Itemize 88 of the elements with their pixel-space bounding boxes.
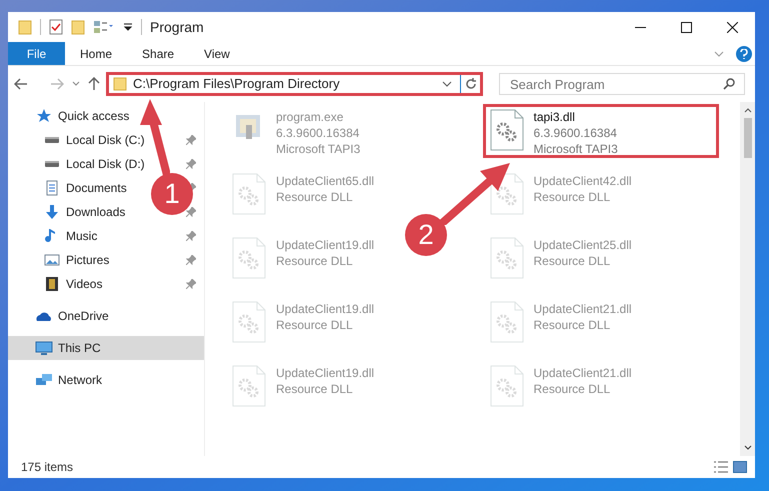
nav-item-label[interactable]: Videos (66, 275, 102, 293)
gear-file-icon (232, 365, 266, 407)
gear-file-icon (490, 365, 524, 407)
gear-file-icon (490, 301, 524, 343)
pin-icon (186, 231, 196, 241)
pin-icon (186, 159, 196, 169)
ribbon-tab[interactable]: View (189, 42, 245, 65)
pin-icon (186, 135, 196, 145)
nav-item-label[interactable]: Documents (66, 179, 127, 197)
file-detail: Microsoft TAPI3 (276, 141, 360, 157)
address-dropdown-icon[interactable] (442, 81, 452, 87)
back-icon[interactable] (14, 78, 28, 90)
status-text: 175 items (21, 459, 74, 476)
file-detail: Resource DLL (276, 381, 354, 397)
nav-item-label[interactable]: Quick access (58, 107, 130, 125)
nav-item-label[interactable]: Local Disk (C:) (66, 131, 145, 149)
window-title: Program (150, 18, 204, 37)
gear-file-icon (232, 301, 266, 343)
view-list-icon (93, 20, 115, 34)
recent-dropdown-icon[interactable] (72, 81, 80, 87)
file-detail: Resource DLL (276, 189, 354, 205)
file-name: UpdateClient25.dll (534, 237, 632, 253)
file-detail: Microsoft TAPI3 (534, 141, 618, 157)
search-field[interactable]: Search Program (499, 73, 745, 95)
file-name: UpdateClient42.dll (534, 173, 632, 189)
file-name: UpdateClient21.dll (534, 301, 632, 317)
folder-icon (18, 19, 32, 35)
file-detail: Resource DLL (534, 189, 612, 205)
refresh-icon (464, 78, 476, 90)
gear-file-icon (490, 237, 524, 279)
file-detail: Resource DLL (276, 253, 354, 269)
file-detail: Resource DLL (534, 253, 612, 269)
maximize-icon (680, 22, 692, 32)
help-icon[interactable] (736, 46, 752, 62)
address-bar[interactable]: C:\Program Files\Program Directory (106, 72, 483, 96)
address-path: C:\Program Files\Program Directory (133, 75, 340, 94)
file-name: program.exe (276, 109, 344, 125)
nav-item-label[interactable]: Downloads (66, 203, 126, 221)
download-arrow-icon (44, 204, 60, 220)
network-icon (35, 372, 53, 388)
gear-file-icon (232, 173, 266, 215)
file-name: UpdateClient21.dll (534, 365, 632, 381)
film-icon (44, 276, 60, 292)
annotation-arrow (440, 163, 510, 225)
gear-file-icon (490, 109, 524, 151)
picture-icon (44, 252, 60, 268)
file-name: UpdateClient65.dll (276, 173, 374, 189)
document-icon (44, 180, 60, 196)
close-icon (726, 22, 738, 32)
properties-icon (49, 19, 63, 35)
nav-item-label[interactable]: Music (66, 227, 98, 245)
file-detail: Resource DLL (534, 381, 612, 397)
drive-icon (44, 160, 60, 168)
folder-icon (71, 19, 85, 35)
nav-item-label[interactable]: Pictures (66, 251, 110, 269)
folder-icon (113, 77, 127, 91)
up-icon[interactable] (88, 77, 100, 91)
file-name: tapi3.dll (534, 109, 576, 125)
dropdown-icon (123, 22, 133, 32)
file-name: UpdateClient19.dll (276, 301, 374, 317)
scroll-thumb[interactable] (744, 118, 752, 158)
nav-item-label[interactable]: Network (58, 371, 102, 389)
file-detail: 6.3.9600.16384 (276, 125, 360, 141)
pin-icon (186, 207, 196, 217)
scroll-up-icon[interactable] (744, 106, 752, 114)
ribbon-tab[interactable]: Home (65, 42, 128, 65)
file-name: UpdateClient19.dll (276, 365, 374, 381)
file-detail: Resource DLL (534, 317, 612, 333)
selected-nav-row[interactable]: This PC (8, 336, 204, 360)
nav-item-label[interactable]: OneDrive (58, 307, 109, 325)
drive-icon (44, 136, 60, 144)
expand-ribbon-icon[interactable] (714, 50, 724, 56)
file-tile[interactable]: tapi3.dll 6.3.9600.16384 Microsoft TAPI3 (482, 104, 718, 158)
details-view-icon[interactable] (713, 461, 729, 473)
file-detail: Resource DLL (276, 317, 354, 333)
ribbon-tab[interactable]: Share (127, 42, 190, 65)
scroll-down-icon[interactable] (744, 444, 752, 452)
file-detail: 6.3.9600.16384 (534, 125, 618, 141)
nav-item-label[interactable]: This PC (58, 339, 101, 357)
file-name: UpdateClient19.dll (276, 237, 374, 253)
pin-icon (186, 279, 196, 289)
ribbon-tab[interactable]: File (8, 42, 65, 65)
search-icon[interactable] (723, 78, 735, 90)
nav-item-label[interactable]: Local Disk (D:) (66, 155, 145, 173)
monitor-icon (35, 340, 53, 356)
gear-file-icon (232, 237, 266, 279)
pin-icon (186, 255, 196, 265)
star-icon (36, 108, 52, 124)
